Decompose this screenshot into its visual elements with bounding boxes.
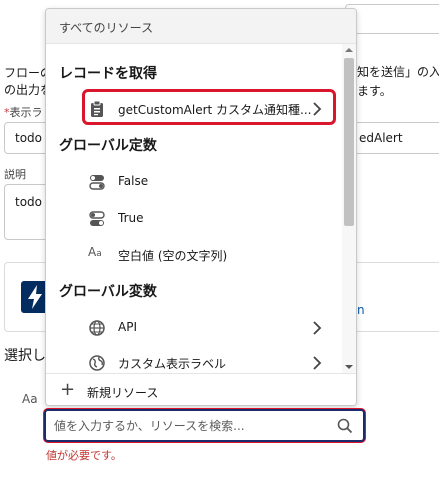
resource-item-api[interactable]: API bbox=[46, 313, 342, 343]
resource-search-input[interactable] bbox=[54, 417, 324, 435]
resource-item-label: False bbox=[118, 174, 149, 188]
action-card-right-text: n bbox=[357, 303, 365, 317]
top-right-input[interactable] bbox=[345, 4, 439, 34]
dropdown-header: すべてのリソース bbox=[46, 9, 356, 44]
resource-item-label: 空白値 (空の文字列) bbox=[118, 249, 228, 263]
section-global-constants: グローバル定数 bbox=[59, 138, 157, 154]
section-global-variables: グローバル変数 bbox=[59, 284, 157, 300]
resource-item-false[interactable]: False bbox=[46, 167, 342, 197]
description-label: 説明 bbox=[4, 168, 26, 181]
resource-item-label: カスタム表示ラベル bbox=[118, 357, 227, 371]
section-get-records: レコードを取得 bbox=[59, 66, 157, 82]
new-resource-button[interactable]: + 新規リソース bbox=[46, 373, 356, 405]
scroll-thumb[interactable] bbox=[344, 58, 354, 226]
flow-description-right: 知を送信」の入 bbox=[357, 65, 439, 79]
text-icon: Aa bbox=[88, 245, 102, 259]
action-card-right[interactable]: n bbox=[350, 262, 439, 332]
search-icon[interactable] bbox=[337, 418, 353, 434]
resource-picker-dropdown: すべてのリソース レコードを取得 getCustomAlert カスタム通知種.… bbox=[45, 8, 357, 406]
selection-label: 選択し bbox=[4, 348, 46, 364]
dropdown-scrollbar[interactable] bbox=[342, 44, 356, 373]
resource-search-box[interactable] bbox=[44, 409, 365, 442]
api-name-input[interactable]: edAlert bbox=[350, 122, 439, 154]
toggle-on-icon bbox=[88, 210, 106, 228]
api-name-value: edAlert bbox=[359, 131, 403, 145]
text-type-icon: Aa bbox=[22, 392, 38, 406]
display-label-value: todo bbox=[15, 131, 43, 145]
scroll-up-arrow-icon[interactable] bbox=[342, 44, 356, 56]
display-label-text: 表示ラ bbox=[9, 106, 43, 119]
globe-icon bbox=[88, 354, 106, 372]
validation-error: 値が必要です。 bbox=[46, 449, 122, 462]
new-resource-label: 新規リソース bbox=[87, 386, 159, 400]
resource-item-label: API bbox=[118, 320, 137, 334]
flow-description-right-2: ます。 bbox=[357, 84, 392, 98]
resource-list[interactable]: レコードを取得 getCustomAlert カスタム通知種... グローバル定… bbox=[46, 44, 342, 373]
toggle-off-icon bbox=[88, 173, 106, 191]
resource-item-empty-string[interactable]: Aa 空白値 (空の文字列) bbox=[46, 240, 342, 270]
resource-item-true[interactable]: True bbox=[46, 204, 342, 234]
resource-item-label: True bbox=[118, 211, 144, 225]
text-type-icon-glyph: Aa bbox=[22, 392, 38, 406]
highlight-outline bbox=[82, 89, 336, 125]
scroll-down-arrow-icon[interactable] bbox=[342, 361, 356, 373]
chevron-right-icon bbox=[310, 319, 324, 337]
display-label: *表示ラ bbox=[4, 104, 43, 120]
description-value: todo bbox=[15, 195, 43, 209]
globe-icon bbox=[88, 319, 106, 337]
chevron-right-icon bbox=[310, 354, 324, 372]
resource-item-custom-labels[interactable]: カスタム表示ラベル bbox=[46, 348, 342, 373]
plus-icon: + bbox=[60, 379, 76, 400]
